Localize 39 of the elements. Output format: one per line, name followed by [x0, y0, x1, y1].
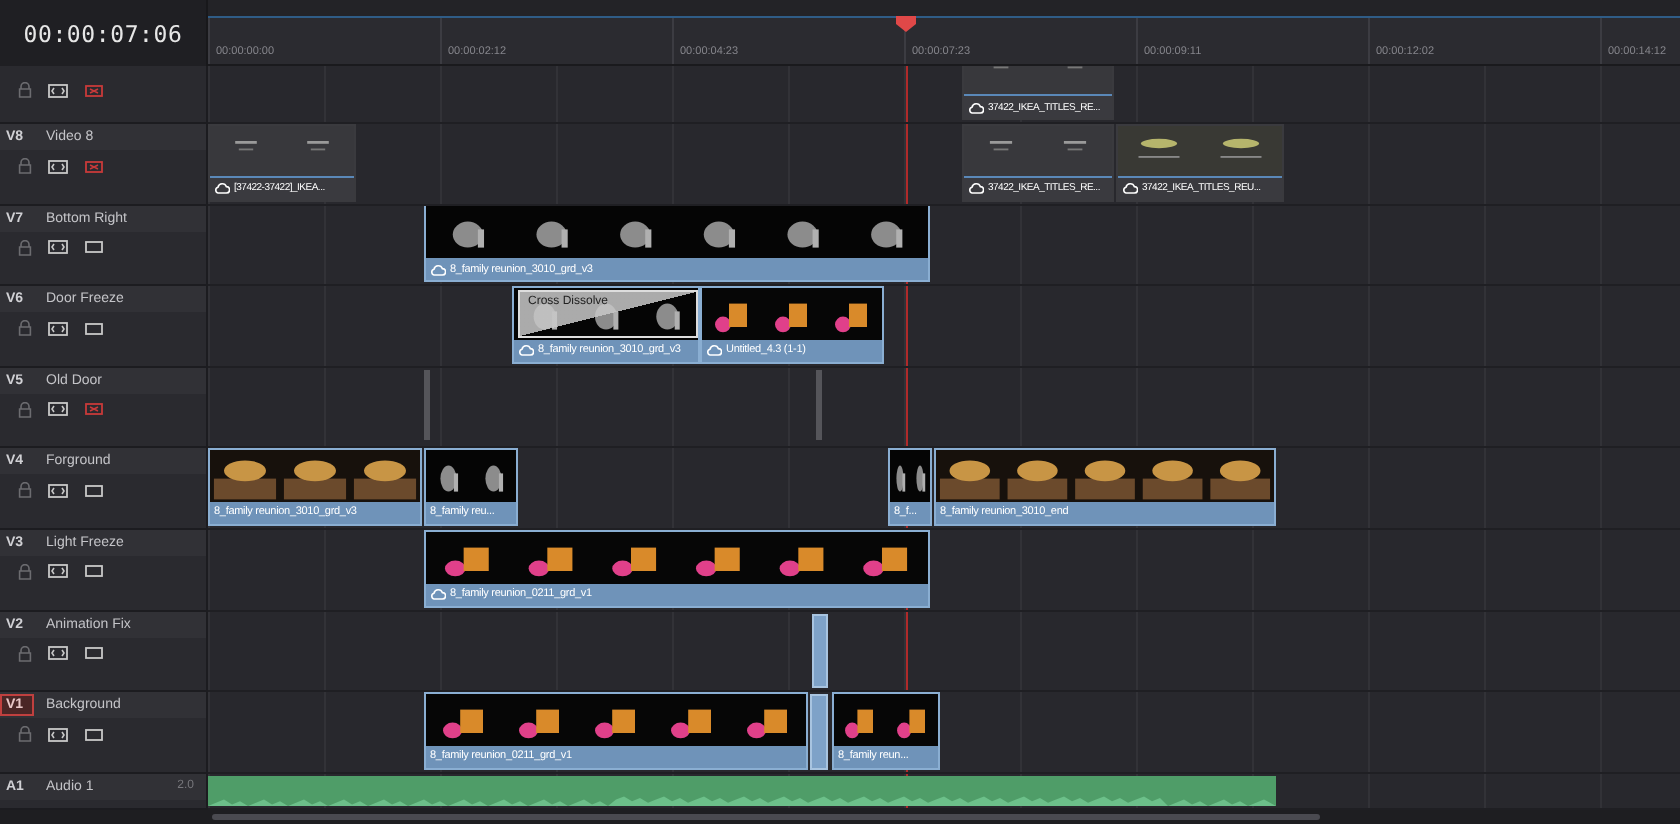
film-icon[interactable] [48, 240, 68, 255]
cloud-icon [968, 182, 984, 195]
cloud-icon [518, 344, 534, 357]
monitor-icon[interactable] [84, 646, 104, 661]
film-icon[interactable] [48, 483, 68, 498]
audio-clip[interactable] [208, 775, 1276, 806]
film-icon[interactable] [48, 321, 68, 336]
film-icon[interactable] [48, 402, 68, 417]
lock-icon[interactable] [18, 645, 32, 662]
film-icon[interactable] [48, 646, 68, 661]
lock-icon[interactable] [18, 482, 32, 499]
lock-icon[interactable] [18, 563, 32, 580]
monitor-icon[interactable] [84, 240, 104, 255]
edit-marker[interactable] [424, 369, 430, 440]
lock-icon[interactable] [18, 239, 32, 256]
monitor-icon[interactable] [84, 727, 104, 742]
monitor-icon[interactable] [84, 321, 104, 336]
film-icon[interactable] [48, 564, 68, 579]
video-clip[interactable] [812, 613, 828, 689]
cloud-icon [430, 263, 446, 276]
lock-icon[interactable] [18, 82, 32, 98]
edit-marker[interactable] [816, 369, 822, 440]
lock-icon[interactable] [18, 320, 32, 337]
cloud-icon [430, 588, 446, 601]
film-icon[interactable] [48, 727, 68, 742]
monitor-icon[interactable] [84, 483, 104, 498]
cloud-icon [214, 182, 230, 195]
film-icon[interactable] [48, 159, 68, 173]
lock-icon[interactable] [18, 158, 32, 174]
cloud-icon [1122, 182, 1138, 195]
cloud-icon [706, 344, 722, 357]
timecode-display: 00:00:07:06 [23, 19, 183, 47]
lock-icon[interactable] [18, 401, 32, 418]
video-clip[interactable] [810, 694, 828, 770]
lock-icon[interactable] [18, 726, 32, 743]
cloud-icon [968, 101, 984, 113]
monitor-icon[interactable] [84, 564, 104, 579]
film-icon[interactable] [48, 83, 68, 97]
scrollbar-thumb[interactable] [212, 813, 1320, 820]
